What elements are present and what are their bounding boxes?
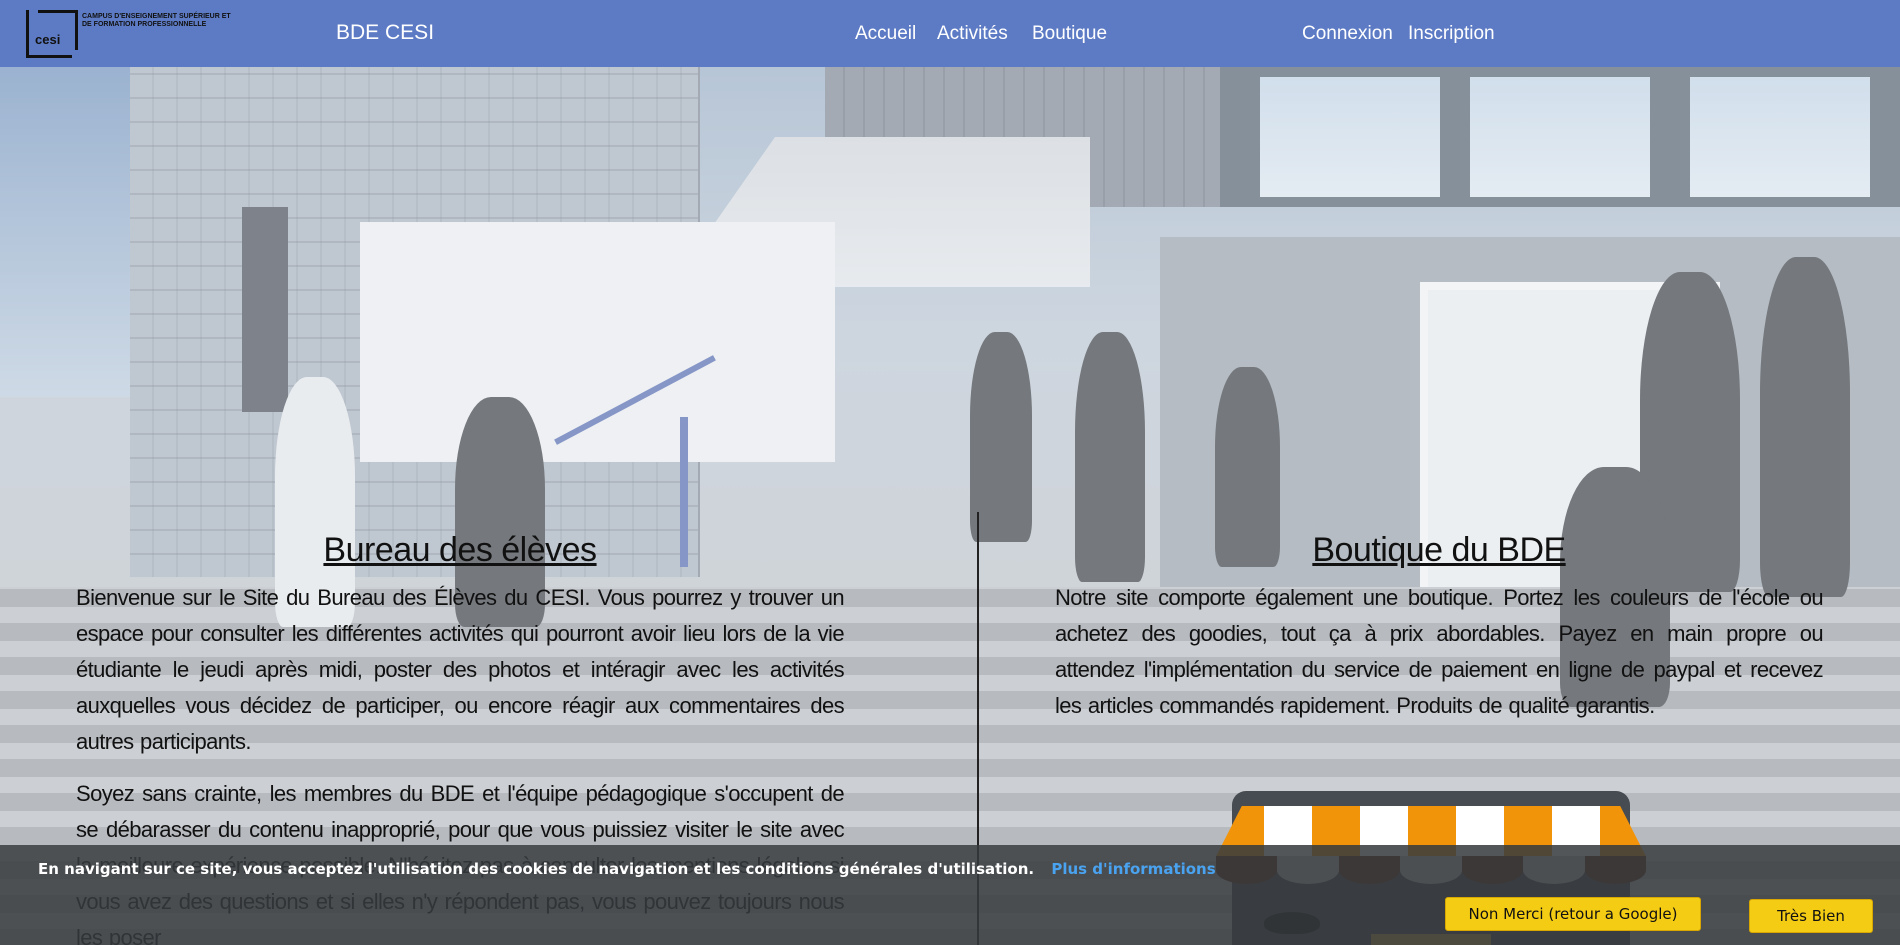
cookie-more-info-link[interactable]: Plus d'informations — [1051, 860, 1215, 878]
logo-word: cesi — [35, 32, 61, 47]
cookie-message: En navigant sur ce site, vous acceptez l… — [38, 860, 1216, 878]
shop-paragraph: Notre site comporte également une boutiq… — [1055, 585, 1824, 718]
nav-inscription[interactable]: Inscription — [1408, 23, 1495, 45]
nav-activites[interactable]: Activités — [937, 23, 1008, 45]
top-navbar: cesi Campus d'enseignement supérieur et … — [0, 0, 1900, 67]
cookie-accept-button[interactable]: Très Bien — [1749, 899, 1873, 933]
site-brand[interactable]: BDE CESI — [336, 21, 434, 45]
shop-section: Boutique du BDE Notre site comporte égal… — [1055, 531, 1824, 740]
nav-boutique[interactable]: Boutique — [1032, 23, 1107, 45]
bde-title: Bureau des élèves — [323, 531, 597, 569]
nav-connexion[interactable]: Connexion — [1302, 23, 1393, 45]
bde-intro-paragraph: Bienvenue sur le Site du Bureau des Élèv… — [76, 585, 845, 754]
logo-tagline: Campus d'enseignement supérieur et de fo… — [82, 13, 231, 28]
cookie-decline-button[interactable]: Non Merci (retour a Google) — [1445, 897, 1701, 931]
nav-accueil[interactable]: Accueil — [855, 23, 916, 45]
cookie-message-text: En navigant sur ce site, vous acceptez l… — [38, 860, 1035, 878]
shop-title: Boutique du BDE — [1312, 531, 1566, 569]
cesi-logo[interactable]: cesi Campus d'enseignement supérieur et … — [26, 10, 231, 58]
